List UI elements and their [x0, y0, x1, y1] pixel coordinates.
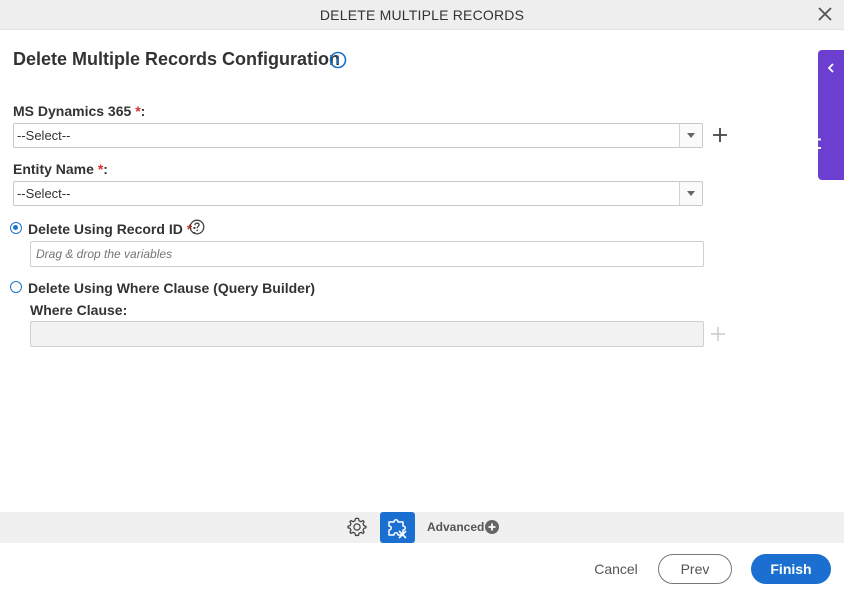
- add-where-clause-icon[interactable]: [710, 326, 726, 342]
- gear-icon[interactable]: [346, 516, 368, 538]
- delete-by-id-radio[interactable]: [10, 222, 22, 234]
- ms-dynamics-label: MS Dynamics 365 *:: [13, 103, 145, 119]
- info-icon[interactable]: [329, 51, 347, 69]
- label-suffix: :: [103, 161, 108, 177]
- where-clause-label: Where Clause:: [30, 302, 128, 318]
- entity-name-label: Entity Name *:: [13, 161, 108, 177]
- app-data-tab[interactable]: App Data: [805, 50, 844, 180]
- dialog-title: DELETE MULTIPLE RECORDS: [319, 7, 525, 23]
- dropdown-arrow-icon[interactable]: [679, 182, 702, 205]
- app-data-label: App Data: [805, 98, 821, 160]
- advanced-label[interactable]: Advanced: [427, 520, 484, 534]
- finish-button[interactable]: Finish: [751, 554, 831, 584]
- ms-dynamics-label-text: MS Dynamics 365: [13, 103, 132, 119]
- ms-dynamics-select[interactable]: --Select--: [13, 123, 703, 148]
- label-suffix: :: [140, 103, 146, 119]
- puzzle-button[interactable]: [380, 512, 415, 543]
- delete-by-where-radio[interactable]: [10, 281, 22, 293]
- entity-name-select-value: --Select--: [17, 186, 71, 201]
- prev-button[interactable]: Prev: [658, 554, 732, 584]
- cancel-button[interactable]: Cancel: [585, 554, 647, 584]
- delete-by-id-label: Delete Using Record ID *:: [28, 221, 197, 237]
- dialog-titlebar: DELETE MULTIPLE RECORDS: [0, 0, 844, 30]
- help-icon[interactable]: [189, 219, 205, 235]
- entity-name-label-text: Entity Name: [13, 161, 94, 177]
- page-title: Delete Multiple Records Configuration: [13, 49, 341, 69]
- chevron-left-icon: [827, 63, 834, 73]
- record-id-input[interactable]: Drag & drop the variables: [30, 241, 704, 267]
- ms-dynamics-select-value: --Select--: [17, 128, 71, 143]
- where-clause-input[interactable]: [30, 321, 704, 347]
- delete-by-id-label-text: Delete Using Record ID: [28, 221, 183, 237]
- add-connection-icon[interactable]: [712, 127, 728, 143]
- entity-name-select[interactable]: --Select--: [13, 181, 703, 206]
- delete-by-where-label: Delete Using Where Clause (Query Builder…: [28, 280, 316, 296]
- close-icon[interactable]: [816, 5, 834, 23]
- puzzle-icon: [388, 519, 407, 539]
- advanced-expand-icon[interactable]: [485, 520, 499, 534]
- record-id-placeholder: Drag & drop the variables: [36, 247, 173, 261]
- bottom-toolbar: [0, 512, 844, 543]
- dropdown-arrow-icon[interactable]: [679, 124, 702, 147]
